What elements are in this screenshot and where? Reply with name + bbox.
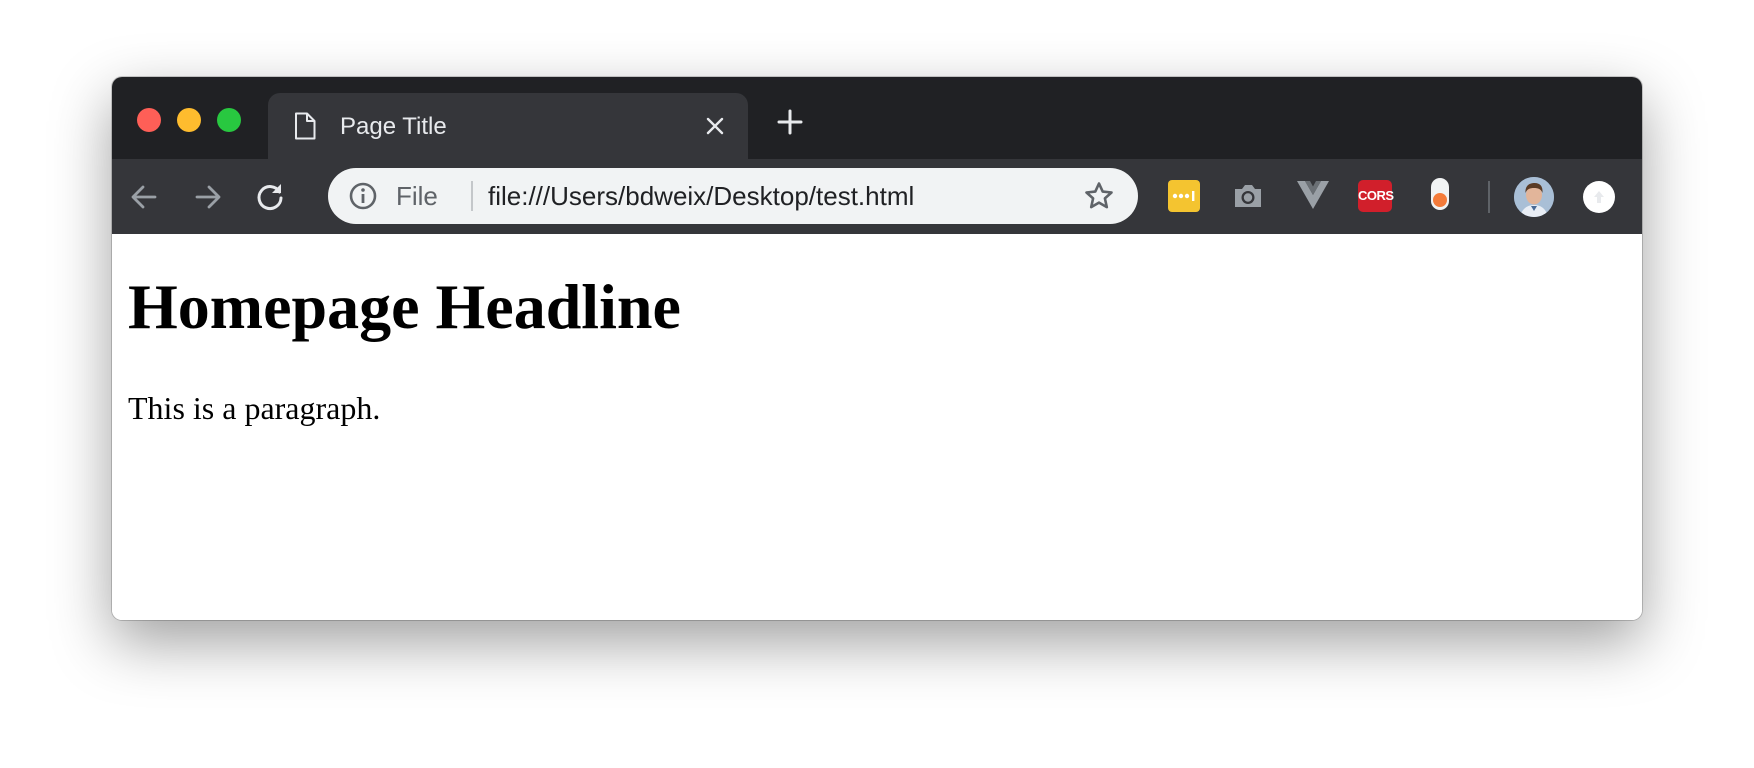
page-content: Homepage Headline This is a paragraph. (112, 234, 1642, 620)
update-arrow (1594, 191, 1604, 203)
avatar-icon[interactable] (1514, 177, 1554, 217)
update-icon[interactable] (1583, 181, 1615, 213)
reload-icon[interactable] (252, 179, 288, 215)
page-headline: Homepage Headline (128, 271, 681, 342)
dots-icon[interactable] (1168, 180, 1200, 212)
plus-icon[interactable] (776, 108, 804, 136)
vue-icon[interactable] (1296, 178, 1330, 212)
tab-title: Page Title (340, 113, 447, 140)
browser-window: Page Title File file:///Users/bdweix/Des… (112, 77, 1642, 620)
toolbar-divider (1488, 181, 1490, 213)
dots-glyph (1172, 191, 1195, 201)
close-icon[interactable] (704, 115, 726, 137)
window-close-button[interactable] (137, 108, 161, 132)
cors-icon[interactable]: CORS (1358, 180, 1394, 212)
tab-page-title[interactable]: Page Title (268, 93, 748, 159)
browser-toolbar: File file:///Users/bdweix/Desktop/test.h… (112, 159, 1642, 234)
address-bar[interactable]: File file:///Users/bdweix/Desktop/test.h… (328, 168, 1138, 224)
omnibox-divider (471, 181, 473, 211)
document-icon (295, 112, 316, 140)
scheme-label: File (396, 181, 438, 211)
toggle-icon[interactable] (1430, 177, 1450, 211)
window-minimize-button[interactable] (177, 108, 201, 132)
arrow-left-icon[interactable] (126, 179, 162, 215)
arrow-right-icon[interactable] (190, 179, 226, 215)
info-icon[interactable] (348, 181, 378, 211)
url-text[interactable]: file:///Users/bdweix/Desktop/test.html (488, 181, 914, 211)
star-icon[interactable] (1083, 180, 1115, 212)
tab-strip: Page Title (112, 77, 1642, 159)
avatar-portrait (1514, 177, 1554, 217)
camera-icon[interactable] (1231, 180, 1265, 212)
page-paragraph: This is a paragraph. (128, 390, 381, 426)
window-zoom-button[interactable] (217, 108, 241, 132)
